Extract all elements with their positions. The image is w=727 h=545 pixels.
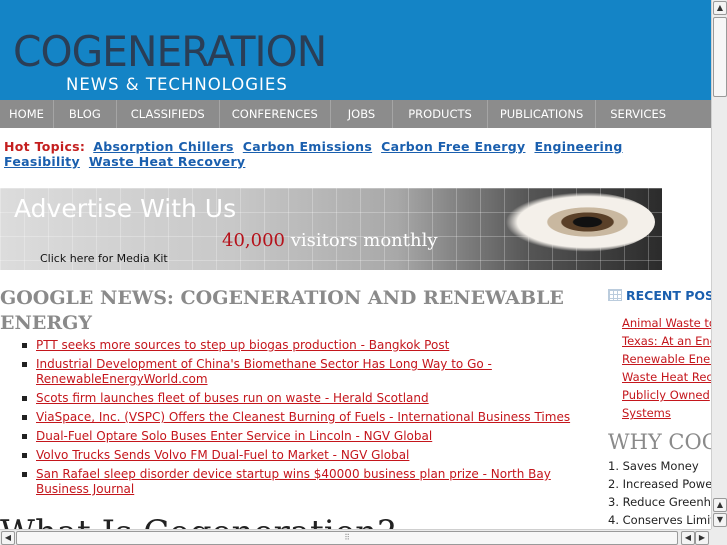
recent-post-link[interactable]: Systems <box>622 406 671 420</box>
scroll-up-icon[interactable]: ▲ <box>713 1 727 15</box>
visitors-text: visitors monthly <box>290 230 438 251</box>
what-is-cogeneration-heading: What Is Cogeneration? <box>0 513 395 529</box>
list-item: ViaSpace, Inc. (VSPC) Offers the Cleanes… <box>22 410 592 425</box>
news-link[interactable]: ViaSpace, Inc. (VSPC) Offers the Cleanes… <box>36 410 570 424</box>
recent-posts-title: RECENT POS <box>626 287 711 303</box>
news-link[interactable]: Industrial Development of China's Biomet… <box>36 357 492 386</box>
scroll-right-icon[interactable]: ▶ <box>695 531 709 545</box>
list-item: Animal Waste to <box>622 314 711 332</box>
recent-post-link[interactable]: Waste Heat Rec <box>622 370 711 384</box>
news-link[interactable]: PTT seeks more sources to step up biogas… <box>36 338 449 352</box>
page-viewport: COGENERATION NEWS & TECHNOLOGIES HOME BL… <box>0 0 711 529</box>
recent-post-link[interactable]: Renewable Ener <box>622 352 711 366</box>
scroll-down-icon[interactable]: ▼ <box>713 513 727 527</box>
list-item: 3. Reduce Greenh <box>608 495 711 509</box>
news-link[interactable]: Volvo Trucks Sends Volvo FM Dual-Fuel to… <box>36 448 409 462</box>
visitors-number: 40,000 <box>222 230 285 251</box>
list-item: Renewable Ener <box>622 350 711 368</box>
nav-item-jobs[interactable]: JOBS <box>331 100 392 128</box>
list-item: Waste Heat Rec <box>622 368 711 386</box>
site-header: COGENERATION NEWS & TECHNOLOGIES <box>0 0 711 100</box>
hot-topics-label: Hot Topics: <box>4 139 86 154</box>
list-item: 2. Increased Powe <box>608 477 711 491</box>
nav-item-publications[interactable]: PUBLICATIONS <box>488 100 595 128</box>
nav-item-conferences[interactable]: CONFERENCES <box>220 100 330 128</box>
list-item: 4. Conserves Limit <box>608 513 711 527</box>
recent-post-link[interactable]: Publicly Owned <box>622 388 710 402</box>
scroll-left-icon[interactable]: ◀ <box>1 531 15 545</box>
hot-topic-link[interactable]: Waste Heat Recovery <box>89 154 245 169</box>
vertical-scroll-thumb[interactable] <box>713 17 727 97</box>
banner-visitors: 40,000 visitors monthly <box>222 230 438 251</box>
list-item: San Rafael sleep disorder device startup… <box>22 467 592 497</box>
main-nav: HOME BLOG CLASSIFIEDS CONFERENCES JOBS P… <box>0 100 711 128</box>
list-item: Texas: At an Ene <box>622 332 711 350</box>
news-section-title: GOOGLE NEWS: COGENERATION AND RENEWABLE … <box>0 287 564 334</box>
list-item: Dual-Fuel Optare Solo Buses Enter Servic… <box>22 429 592 444</box>
scroll-up-icon[interactable]: ▲ <box>713 498 727 512</box>
why-cogeneration-title: WHY COG <box>608 430 711 454</box>
news-list: PTT seeks more sources to step up biogas… <box>22 338 592 501</box>
hot-topics-bar: Hot Topics: Absorption Chillers Carbon Emi… <box>4 139 711 169</box>
horizontal-scrollbar[interactable]: ◀ ⠿ ◀ ▶ <box>0 529 711 545</box>
sidebar: RECENT POS Animal Waste to Texas: At an … <box>608 286 711 529</box>
hot-topic-link[interactable]: Absorption Chillers <box>93 139 234 154</box>
news-link[interactable]: Scots firm launches fleet of buses run o… <box>36 391 429 405</box>
nav-item-services[interactable]: SERVICES <box>596 100 680 128</box>
vertical-scrollbar[interactable]: ▲ ▲ ▼ <box>711 0 727 529</box>
recent-posts-list: Animal Waste to Texas: At an Ene Renewab… <box>608 314 711 422</box>
scrollbar-corner <box>711 529 727 545</box>
site-logo[interactable]: COGENERATION <box>13 27 327 76</box>
media-kit-link[interactable]: Click here for Media Kit <box>40 252 168 265</box>
news-link[interactable]: San Rafael sleep disorder device startup… <box>36 467 551 496</box>
news-link[interactable]: Dual-Fuel Optare Solo Buses Enter Servic… <box>36 429 432 443</box>
hot-topic-link[interactable]: Carbon Free Energy <box>381 139 525 154</box>
list-item: Publicly Owned <box>622 386 711 404</box>
nav-item-classifieds[interactable]: CLASSIFIEDS <box>117 100 219 128</box>
recent-posts-header: RECENT POS <box>608 286 711 304</box>
hot-topic-link[interactable]: Carbon Emissions <box>243 139 372 154</box>
list-item: 1. Saves Money <box>608 459 699 473</box>
horizontal-scroll-thumb[interactable]: ⠿ <box>16 531 678 545</box>
recent-post-link[interactable]: Animal Waste to <box>622 316 711 330</box>
banner-title: Advertise With Us <box>14 194 237 223</box>
eye-image <box>505 192 655 252</box>
nav-item-blog[interactable]: BLOG <box>54 100 116 128</box>
scroll-left-icon[interactable]: ◀ <box>681 531 695 545</box>
recent-post-link[interactable]: Texas: At an Ene <box>622 334 711 348</box>
list-item: Systems <box>622 404 711 422</box>
grid-icon <box>608 289 622 301</box>
nav-item-products[interactable]: PRODUCTS <box>393 100 487 128</box>
site-tagline: NEWS & TECHNOLOGIES <box>66 75 288 94</box>
list-item: Volvo Trucks Sends Volvo FM Dual-Fuel to… <box>22 448 592 463</box>
why-list: 1. Saves Money 2. Increased Powe 3. Redu… <box>608 457 711 529</box>
list-item: Industrial Development of China's Biomet… <box>22 357 592 387</box>
list-item: Scots firm launches fleet of buses run o… <box>22 391 592 406</box>
nav-item-home[interactable]: HOME <box>0 100 53 128</box>
list-item: PTT seeks more sources to step up biogas… <box>22 338 592 353</box>
